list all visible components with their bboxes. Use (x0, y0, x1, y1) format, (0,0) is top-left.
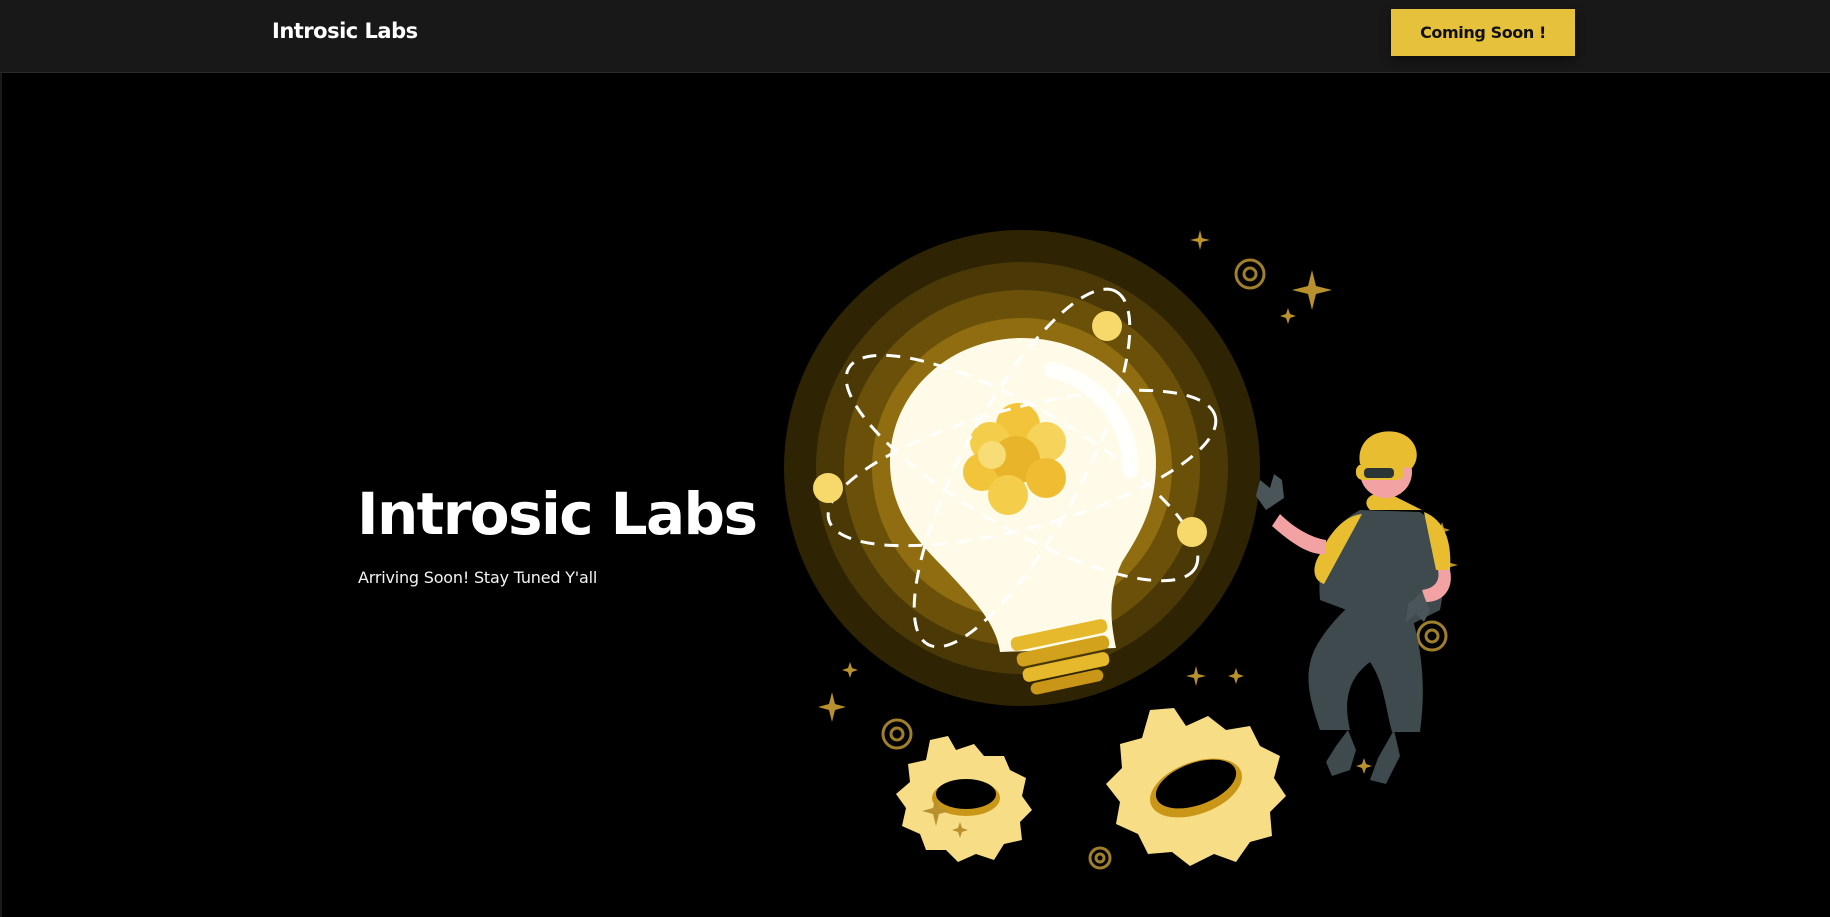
gear-icon-small (896, 736, 1032, 862)
floating-person-illustration (1256, 431, 1451, 784)
lightbulb-idea-illustration (784, 230, 1458, 870)
coming-soon-button[interactable]: Coming Soon ! (1391, 9, 1575, 56)
gear-icon-large (1106, 708, 1286, 866)
hero-subtitle: Arriving Soon! Stay Tuned Y'all (358, 568, 598, 587)
page-edge-divider (0, 73, 2, 917)
hero-title: Introsic Labs (357, 480, 758, 548)
top-navbar: Introsic Labs Coming Soon ! (0, 0, 1830, 73)
brand-logo-text[interactable]: Introsic Labs (272, 19, 418, 43)
